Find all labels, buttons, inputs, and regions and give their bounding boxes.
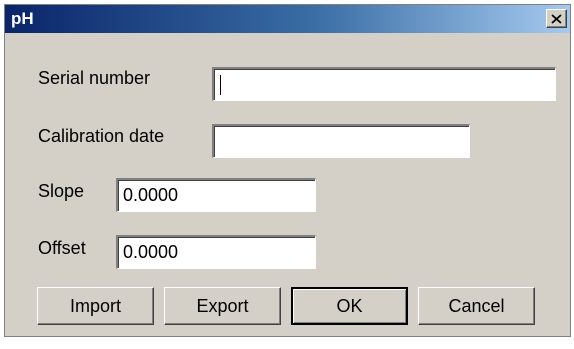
offset-value: 0.0000 <box>123 242 179 262</box>
serial-number-field[interactable] <box>212 67 556 101</box>
calibration-date-field[interactable] <box>212 124 470 158</box>
text-caret <box>220 75 221 95</box>
export-button[interactable]: Export <box>164 287 281 325</box>
offset-label: Offset <box>38 238 86 258</box>
close-icon <box>551 13 562 24</box>
slope-label: Slope <box>38 181 85 201</box>
offset-field[interactable]: 0.0000 <box>116 235 316 269</box>
cancel-button[interactable]: Cancel <box>418 287 535 325</box>
window-title: pH <box>11 9 34 28</box>
import-button[interactable]: Import <box>37 287 154 325</box>
slope-value: 0.0000 <box>123 185 179 205</box>
ph-dialog: pH Serial number Calibration date Slope … <box>4 4 571 337</box>
title-bar[interactable]: pH <box>5 5 570 33</box>
slope-field[interactable]: 0.0000 <box>116 178 316 212</box>
calibration-date-label: Calibration date <box>38 126 165 146</box>
serial-number-label: Serial number <box>38 68 151 88</box>
close-button[interactable] <box>546 9 567 28</box>
ok-button[interactable]: OK <box>291 287 408 325</box>
